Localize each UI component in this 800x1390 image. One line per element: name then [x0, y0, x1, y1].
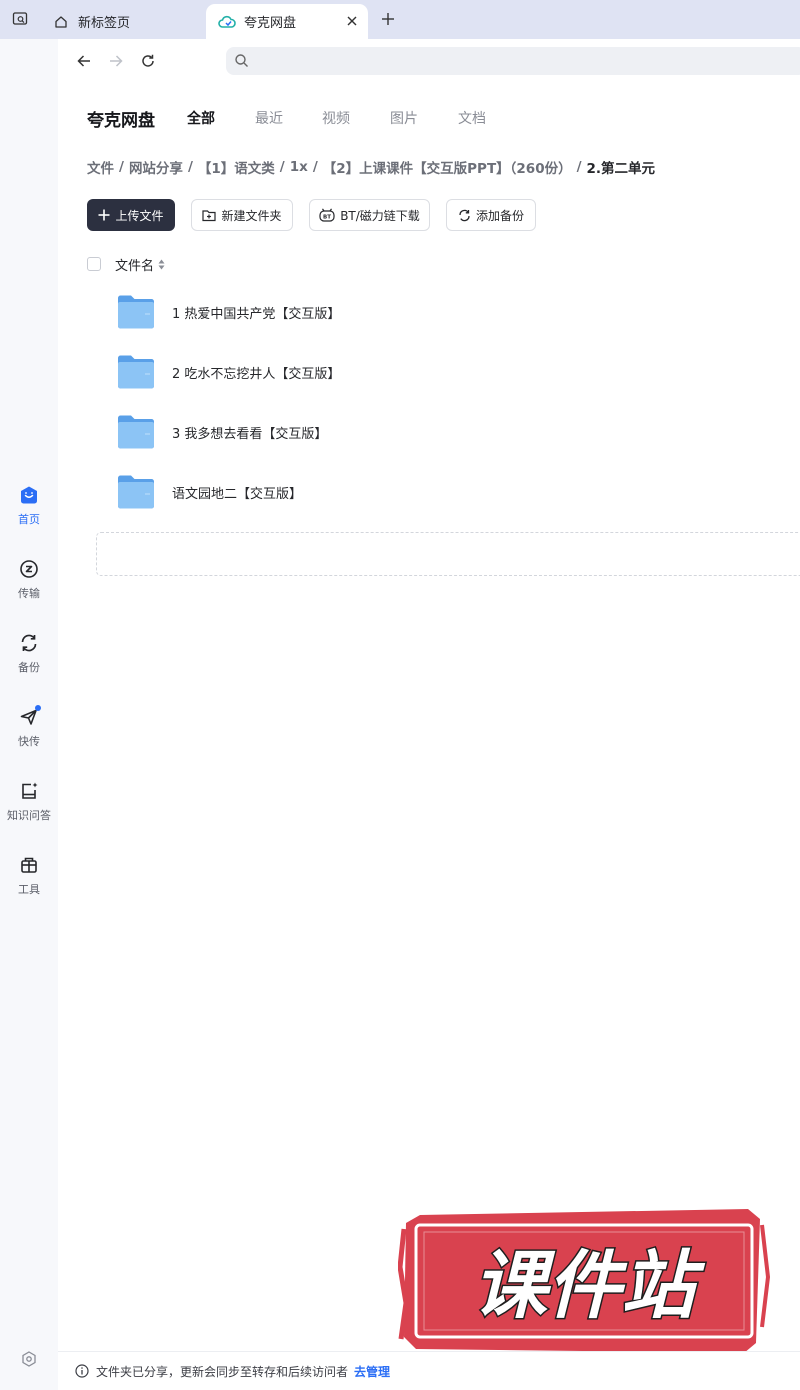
folder-icon: [118, 295, 154, 329]
nav-label: 备份: [18, 661, 40, 674]
tab-quark-drive[interactable]: 夸克网盘: [206, 4, 368, 39]
nav-label: 知识问答: [7, 809, 51, 822]
nav-label: 快传: [18, 735, 40, 748]
nav-item-tools[interactable]: 工具: [0, 854, 58, 897]
close-icon[interactable]: [344, 13, 360, 29]
forward-arrow-icon[interactable]: [104, 49, 128, 73]
nav-item-backup[interactable]: 备份: [0, 632, 58, 675]
folder-plus-icon: [202, 209, 217, 222]
notification-dot: [35, 705, 41, 711]
courseware-watermark-stamp: 课件站: [398, 1209, 770, 1353]
tab-documents[interactable]: 文档: [458, 108, 486, 128]
file-name: 2 吃水不忘挖井人【交互版】: [172, 367, 341, 382]
settings-icon[interactable]: [20, 1350, 38, 1368]
breadcrumb-separator: /: [312, 159, 318, 175]
bt-download-button[interactable]: BT BT/磁力链下载: [309, 199, 430, 231]
side-navigation: 首页 传输 备份 快传 知识问答 工具: [0, 39, 58, 1390]
file-row[interactable]: 语文园地二【交互版】: [87, 463, 800, 523]
tab-images[interactable]: 图片: [390, 108, 418, 128]
tab-video[interactable]: 视频: [322, 108, 350, 128]
breadcrumb: 文件 / 网站分享 / 【1】语文类 / 1x / 【2】上课课件【交互版PPT…: [87, 157, 655, 177]
file-row[interactable]: 3 我多想去看看【交互版】: [87, 403, 800, 463]
folder-icon: [118, 475, 154, 509]
folder-icon: [118, 355, 154, 389]
nav-label: 工具: [18, 883, 40, 896]
file-row[interactable]: 2 吃水不忘挖井人【交互版】: [87, 343, 800, 403]
home-face-icon: [18, 484, 40, 506]
plus-icon: [98, 209, 110, 221]
upload-drop-zone[interactable]: [96, 532, 800, 576]
folder-icon: [118, 415, 154, 449]
tab-recent[interactable]: 最近: [255, 108, 283, 128]
tab-new-tab-page[interactable]: 新标签页: [40, 4, 206, 39]
info-icon: [75, 1364, 89, 1378]
app-logo[interactable]: 夸克网盘: [87, 106, 155, 131]
tab-all[interactable]: 全部: [187, 108, 215, 128]
new-folder-label: 新建文件夹: [221, 208, 282, 223]
toolbox-icon: [18, 854, 40, 876]
file-list-header: 文件名: [87, 254, 165, 274]
nav-item-home[interactable]: 首页: [0, 484, 58, 527]
nav-item-transfer[interactable]: 传输: [0, 558, 58, 601]
share-status-message: 文件夹已分享，更新会同步至转存和后续访问者: [96, 1364, 349, 1379]
breadcrumb-separator: /: [187, 159, 193, 175]
address-bar[interactable]: [226, 47, 800, 75]
sync-icon: [458, 209, 471, 222]
file-name: 3 我多想去看看【交互版】: [172, 427, 328, 442]
upload-button[interactable]: 上传文件: [87, 199, 175, 231]
nav-item-knowledge-qa[interactable]: 知识问答: [0, 780, 58, 823]
file-row[interactable]: 1 热爱中国共产党【交互版】: [87, 283, 800, 343]
manage-share-link[interactable]: 去管理: [354, 1363, 390, 1380]
tab-search-icon[interactable]: [6, 6, 34, 32]
file-name: 1 热爱中国共产党【交互版】: [172, 307, 341, 322]
breadcrumb-item[interactable]: 1x: [290, 159, 308, 175]
nav-label: 首页: [18, 513, 40, 526]
bt-download-label: BT/磁力链下载: [340, 208, 420, 223]
breadcrumb-separator: /: [279, 159, 285, 175]
backup-icon: [18, 632, 40, 654]
upload-label: 上传文件: [115, 208, 164, 223]
bt-magnet-icon: BT: [319, 208, 335, 222]
breadcrumb-separator: /: [576, 159, 582, 175]
search-icon: [234, 53, 249, 72]
home-icon: [52, 13, 70, 31]
sort-icon[interactable]: [158, 259, 165, 270]
quick-send-icon: [18, 705, 41, 728]
breadcrumb-separator: /: [119, 159, 124, 175]
column-header-filename[interactable]: 文件名: [115, 255, 154, 274]
breadcrumb-current: 2.第二单元: [586, 161, 656, 177]
breadcrumb-item[interactable]: 网站分享: [129, 157, 183, 177]
share-status-bar: 文件夹已分享，更新会同步至转存和后续访问者 去管理: [58, 1351, 800, 1390]
file-name: 语文园地二【交互版】: [172, 487, 303, 502]
select-all-checkbox[interactable]: [87, 257, 101, 271]
back-arrow-icon[interactable]: [72, 49, 96, 73]
nav-item-quick-send[interactable]: 快传: [0, 705, 58, 749]
transfer-icon: [18, 558, 40, 580]
nav-label: 传输: [18, 587, 40, 600]
add-backup-label: 添加备份: [475, 208, 524, 223]
tab-title: 新标签页: [78, 16, 131, 31]
breadcrumb-item[interactable]: 【2】上课课件【交互版PPT】（260份）: [323, 157, 572, 177]
quark-cloud-icon: [218, 13, 236, 31]
new-tab-plus-icon[interactable]: [377, 8, 399, 30]
watermark-text: 课件站: [473, 1243, 706, 1329]
add-backup-button[interactable]: 添加备份: [446, 199, 536, 231]
tab-title: 夸克网盘: [244, 16, 297, 31]
knowledge-qa-icon: [18, 780, 40, 802]
svg-text:BT: BT: [323, 215, 331, 221]
breadcrumb-item[interactable]: 文件: [87, 157, 114, 177]
new-folder-button[interactable]: 新建文件夹: [191, 199, 293, 231]
browser-tab-strip: 新标签页 夸克网盘: [0, 0, 800, 39]
reload-icon[interactable]: [136, 49, 160, 73]
breadcrumb-item[interactable]: 【1】语文类: [198, 157, 275, 177]
